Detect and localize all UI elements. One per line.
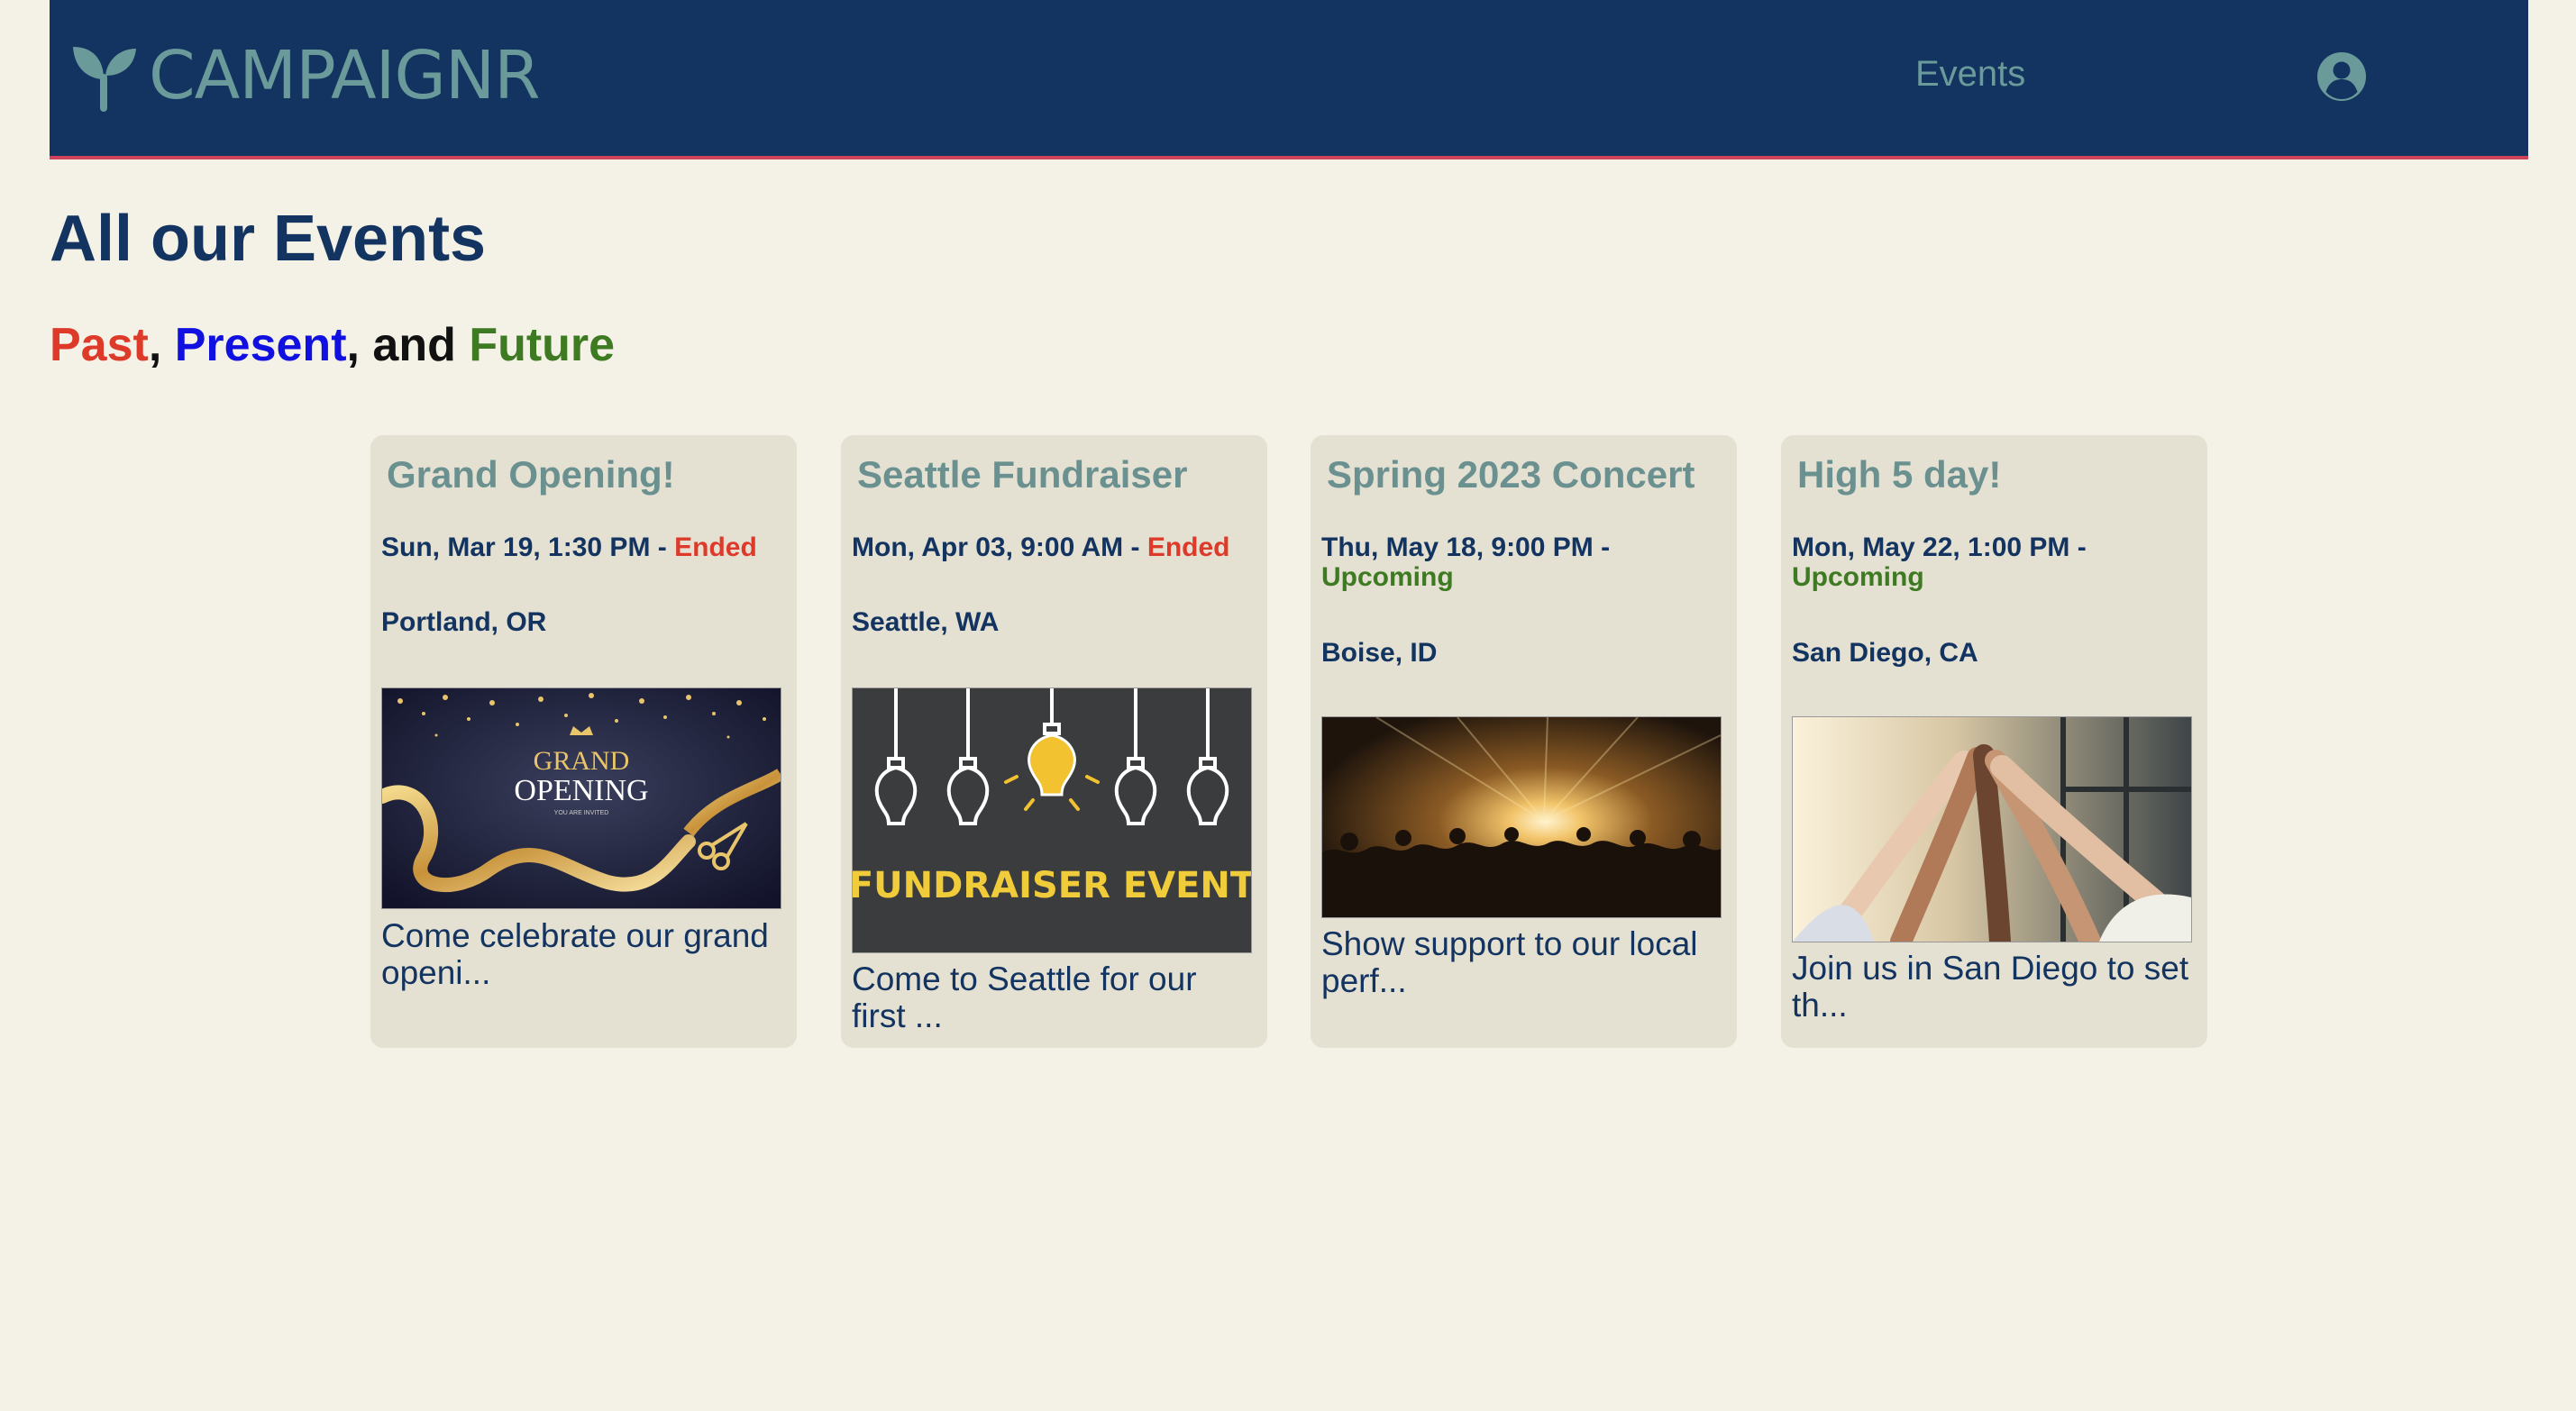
event-date: Mon, May 22, 1:00 PM - [1792,533,2087,562]
brand-logo[interactable]: CAMPAIGNR [68,37,541,114]
event-description: Show support to our local perf... [1321,925,1698,999]
brand-name: CAMPAIGNR [149,37,541,114]
event-datetime: Mon, May 22, 1:00 PM - Upcoming [1792,533,2188,592]
event-card[interactable]: Grand Opening! Sun, Mar 19, 1:30 PM - En… [370,435,797,1048]
event-image[interactable]: FUNDRAISER EVENT [852,687,1252,953]
event-status-badge: Ended [1146,533,1230,562]
event-image[interactable] [1321,716,1722,918]
event-location: Boise, ID [1321,638,1438,668]
event-card[interactable]: Spring 2023 Concert Thu, May 18, 9:00 PM… [1311,435,1737,1048]
event-card[interactable]: Seattle Fundraiser Mon, Apr 03, 9:00 AM … [841,435,1267,1048]
sprout-icon [73,47,136,112]
event-date: Mon, Apr 03, 9:00 AM - [852,533,1140,562]
event-status-badge: Ended [674,533,757,562]
event-datetime: Mon, Apr 03, 9:00 AM - Ended [852,533,1248,562]
event-title[interactable]: High 5 day! [1797,450,2001,500]
event-image[interactable]: GRAND OPENING YOU ARE INVITED [381,687,781,909]
page-subtitle: Past, Present, and Future [50,314,615,377]
event-datetime: Sun, Mar 19, 1:30 PM - Ended [381,533,778,562]
subtitle-past: Past [50,319,149,371]
event-status-badge: Upcoming [1792,562,1924,592]
event-image[interactable] [1792,716,2192,942]
event-description: Come to Seattle for our first ... [852,960,1197,1034]
event-date: Sun, Mar 19, 1:30 PM - [381,533,667,562]
image-caption-text: OPENING [514,774,648,807]
subtitle-separator: , [148,319,162,371]
subtitle-present: Present [174,319,347,371]
event-status-badge: Upcoming [1321,562,1454,592]
event-title[interactable]: Seattle Fundraiser [857,450,1187,500]
nav-link-events[interactable]: Events [1915,54,2025,95]
event-datetime: Thu, May 18, 9:00 PM - Upcoming [1321,533,1718,592]
event-date: Thu, May 18, 9:00 PM - [1321,533,1611,562]
top-navbar: CAMPAIGNR Events [50,0,2528,159]
event-title[interactable]: Grand Opening! [387,450,675,500]
image-caption-text: GRAND [534,746,630,776]
event-title[interactable]: Spring 2023 Concert [1327,450,1694,500]
event-location: San Diego, CA [1792,638,1978,668]
image-caption-text: FUNDRAISER EVENT [852,865,1252,906]
user-account-icon[interactable] [2317,52,2366,101]
event-description: Join us in San Diego to set th... [1792,950,2189,1024]
event-location: Seattle, WA [852,607,1000,637]
event-description: Come celebrate our grand openi... [381,917,769,991]
subtitle-future: Future [469,319,616,371]
image-caption-text: YOU ARE INVITED [554,810,609,816]
event-location: Portland, OR [381,607,547,637]
event-card[interactable]: High 5 day! Mon, May 22, 1:00 PM - Upcom… [1781,435,2207,1048]
page-title: All our Events [50,203,487,275]
subtitle-separator: , and [346,319,456,371]
